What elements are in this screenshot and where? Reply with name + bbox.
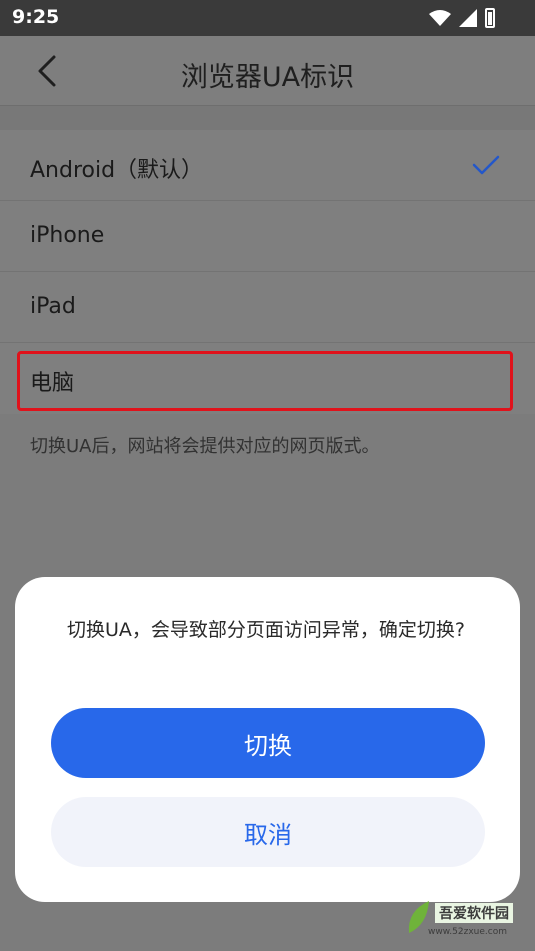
dialog-message: 切换UA，会导致部分页面访问异常，确定切换? xyxy=(67,619,465,641)
ua-option-android[interactable]: Android（默认） xyxy=(0,130,535,201)
highlight-annotation-box xyxy=(17,351,513,411)
ua-hint-text: 切换UA后，网站将会提供对应的网页版式。 xyxy=(30,436,380,457)
cancel-button[interactable]: 取消 xyxy=(51,797,485,867)
ua-option-label: iPad xyxy=(30,294,76,319)
check-icon xyxy=(472,155,500,175)
ua-option-ipad[interactable]: iPad xyxy=(0,272,535,343)
ua-option-label: Android（默认） xyxy=(30,158,204,183)
section-spacer xyxy=(0,106,535,130)
watermark-name: 吾爱软件园 xyxy=(435,903,513,923)
ua-option-iphone[interactable]: iPhone xyxy=(0,201,535,272)
page-title: 浏览器UA标识 xyxy=(180,62,355,93)
confirm-switch-button[interactable]: 切换 xyxy=(51,708,485,778)
ua-option-label: iPhone xyxy=(30,223,105,248)
signal-icon xyxy=(459,9,477,27)
wifi-icon xyxy=(429,10,451,26)
status-bar: 9:25 xyxy=(0,0,535,36)
watermark-logo: 吾爱软件园 www.52zxue.com xyxy=(397,895,527,945)
status-icons xyxy=(429,8,495,28)
battery-charging-icon xyxy=(485,8,495,28)
status-time: 9:25 xyxy=(12,6,60,28)
confirm-dialog: 切换UA，会导致部分页面访问异常，确定切换? 切换 取消 xyxy=(15,577,520,902)
watermark-url: www.52zxue.com xyxy=(428,927,507,937)
app-header: 浏览器UA标识 xyxy=(0,36,535,106)
